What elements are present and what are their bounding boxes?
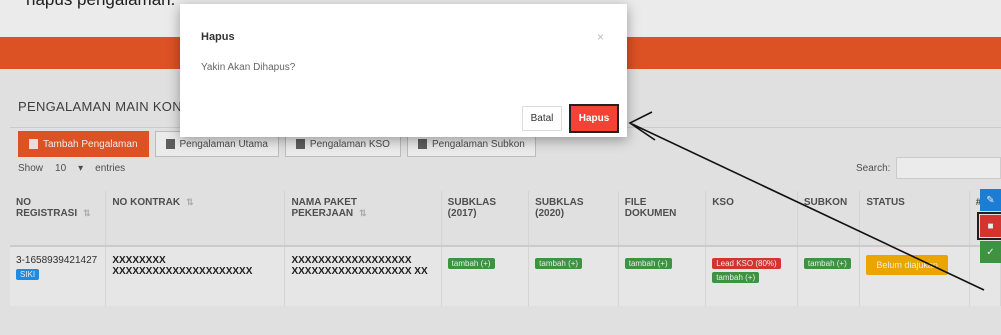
cancel-button[interactable]: Batal (522, 106, 562, 131)
delete-button[interactable]: ■ (977, 212, 1001, 240)
add-subklas-2020-button[interactable]: tambah (+) (535, 258, 583, 269)
modal-message: Yakin Akan Dihapus? (201, 62, 296, 73)
col-file[interactable]: FILE DOKUMEN (618, 191, 707, 247)
add-experience-button[interactable]: Tambah Pengalaman (18, 131, 149, 157)
experience-table: NO REGISTRASI ⇅ NO KONTRAK ⇅ NAMA PAKET PE… (10, 191, 1001, 306)
table-header-row: NO REGISTRASI ⇅ NO KONTRAK ⇅ NAMA PAKET PE… (10, 191, 1001, 247)
status-badge[interactable]: Belum diajukan (866, 255, 948, 275)
add-kso-button[interactable]: tambah (+) (712, 272, 760, 283)
entries-select[interactable]: 10 (55, 163, 66, 174)
col-kontrak[interactable]: NO KONTRAK ⇅ (105, 191, 286, 247)
check-icon: ✓ (986, 246, 995, 258)
add-subkon-button[interactable]: tambah (+) (803, 258, 851, 269)
submit-button[interactable]: ✓ (980, 241, 1001, 263)
col-subklas-2017[interactable]: SUBKLAS (2017) (441, 191, 530, 247)
instruction-caption: hapus pengalaman. (26, 0, 175, 10)
siki-badge: SIKI (16, 269, 40, 280)
confirm-delete-button[interactable]: Hapus (569, 104, 619, 133)
col-status[interactable]: STATUS (859, 191, 970, 247)
col-kso[interactable]: KSO (705, 191, 798, 247)
paket-cell: XXXXXXXXXXXXXXXXXX XXXXXXXXXXXXXXXXXX XX (284, 246, 442, 306)
search-label: Search: (856, 163, 891, 174)
file-icon (29, 139, 38, 149)
file-icon (165, 139, 175, 149)
row-actions: ✎ ■ ✓ (977, 189, 1001, 267)
trash-icon: ■ (987, 220, 994, 232)
chevron-down-icon: ▾ (78, 163, 84, 174)
lead-kso-badge: Lead KSO (80%) (712, 258, 781, 269)
add-file-button[interactable]: tambah (+) (624, 258, 672, 269)
col-subkon[interactable]: SUBKON (797, 191, 861, 247)
show-entries: Show 10 ▾ entries (18, 163, 126, 174)
col-subklas-2020[interactable]: SUBKLAS (2020) (528, 191, 619, 247)
search-input[interactable] (896, 157, 1001, 179)
edit-button[interactable]: ✎ (980, 189, 1001, 211)
file-icon (295, 139, 305, 149)
sort-icon: ⇅ (359, 208, 367, 218)
close-icon[interactable]: × (597, 30, 604, 44)
sort-icon: ⇅ (186, 197, 194, 207)
pencil-icon: ✎ (986, 194, 995, 206)
delete-confirm-modal: Hapus × Yakin Akan Dihapus? Batal Hapus (180, 4, 627, 137)
col-paket[interactable]: NAMA PAKET PEKERJAAN ⇅ (284, 191, 442, 247)
file-icon (417, 139, 427, 149)
modal-title: Hapus (201, 31, 235, 43)
add-subklas-2017-button[interactable]: tambah (+) (447, 258, 495, 269)
kontrak-cell: XXXXXXXX XXXXXXXXXXXXXXXXXXXXX (105, 246, 286, 306)
sort-icon: ⇅ (83, 208, 91, 218)
table-row: 3-1658939421427 SIKI XXXXXXXX XXXXXXXXXXX… (10, 246, 1001, 306)
col-registrasi[interactable]: NO REGISTRASI ⇅ (10, 191, 107, 247)
